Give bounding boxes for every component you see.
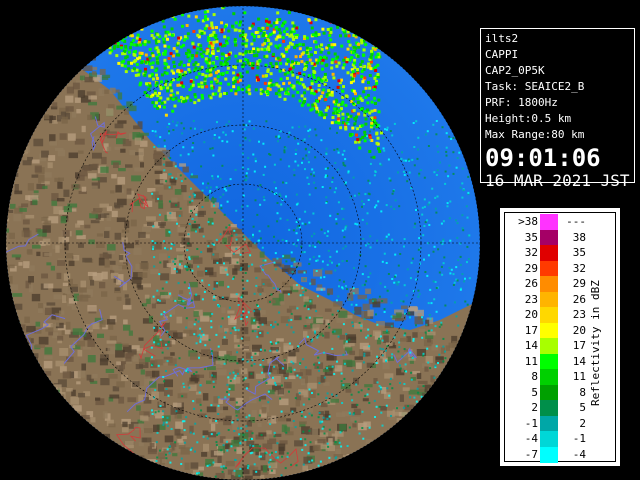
- legend-low-value: 23: [524, 292, 538, 306]
- legend-high-value: 11: [572, 370, 586, 383]
- site-name: ilts2: [485, 32, 519, 45]
- legend-row: -1 2: [500, 415, 588, 432]
- legend-title: Reflectivity in dBZ: [589, 280, 602, 406]
- legend-row: 25: [500, 400, 588, 416]
- legend-high-value: 20: [572, 323, 586, 337]
- legend-row: -4 -1: [500, 431, 588, 447]
- legend-high-value: 32: [572, 261, 586, 275]
- legend-low-value: 26: [524, 277, 538, 290]
- legend-swatch: [540, 291, 558, 308]
- legend-row: >38 ---: [500, 214, 588, 230]
- legend-high-value: 38: [572, 230, 586, 244]
- legend-low-value: 35: [524, 230, 538, 244]
- legend-swatch: [540, 446, 558, 463]
- legend-low-value: -4: [524, 432, 538, 445]
- legend-high-value: 17: [572, 339, 586, 352]
- legend-row: 14 17: [500, 338, 588, 354]
- legend-swatch: [540, 260, 558, 277]
- legend-high-value: 23: [572, 308, 586, 321]
- max-range-value: Max Range:80 km: [485, 128, 585, 141]
- legend-high-value: 2: [579, 416, 586, 430]
- legend-swatch: [540, 276, 558, 292]
- legend-swatch: [540, 214, 558, 230]
- legend-swatch: [540, 245, 558, 261]
- legend-low-value: 2: [531, 401, 538, 414]
- legend-swatch: [540, 369, 558, 385]
- legend-high-value: 8: [579, 385, 586, 399]
- legend-row: 11 14: [500, 353, 588, 370]
- observation-time: 09:01:06: [485, 144, 601, 172]
- legend-row: 23 26: [500, 291, 588, 308]
- legend-high-value: 5: [579, 401, 586, 414]
- legend-low-value: 14: [524, 339, 538, 352]
- legend-low-value: 11: [524, 354, 538, 368]
- legend-swatch: [540, 400, 558, 416]
- legend-high-value: -1: [572, 432, 586, 445]
- legend-low-value: -7: [524, 447, 538, 461]
- legend-low-value: 32: [524, 246, 538, 259]
- legend-row: 8 11: [500, 369, 588, 385]
- legend-high-value: ---: [566, 215, 586, 228]
- legend-row: 20 23: [500, 307, 588, 323]
- legend-low-value: 17: [524, 323, 538, 337]
- legend-row: 17 20: [500, 322, 588, 339]
- task-name: Task: SEAICE2_B: [485, 80, 585, 93]
- legend-high-value: 26: [572, 292, 586, 306]
- legend-swatch: [540, 307, 558, 323]
- legend-swatch: [540, 338, 558, 354]
- legend-swatch: [540, 431, 558, 447]
- legend-row: 58: [500, 384, 588, 401]
- legend-low-value: -1: [524, 416, 538, 430]
- product-id: CAP2_0P5K: [485, 64, 545, 77]
- height-value: Height:0.5 km: [485, 112, 572, 125]
- legend-high-value: 29: [572, 277, 586, 290]
- legend-high-value: 14: [572, 354, 586, 368]
- legend-high-value: -4: [572, 447, 586, 461]
- legend-high-value: 35: [572, 246, 586, 259]
- observation-date: 16 MAR 2021 JST: [485, 171, 630, 190]
- legend-swatch: [540, 229, 558, 246]
- legend-low-value: 20: [524, 308, 538, 321]
- legend-row: -7 -4: [500, 446, 588, 463]
- legend-row: 26 29: [500, 276, 588, 292]
- legend-low-value: 8: [531, 370, 538, 383]
- legend-row: 29 32: [500, 260, 588, 277]
- legend-swatch: [540, 353, 558, 370]
- info-panel: ilts2 CAPPI CAP2_0P5K Task: SEAICE2_B PR…: [480, 28, 635, 190]
- legend-low-value: >38: [518, 215, 538, 228]
- prf-value: PRF: 1800Hz: [485, 96, 558, 109]
- legend-low-value: 5: [531, 385, 538, 399]
- legend-swatch: [540, 322, 558, 339]
- legend-swatch: [540, 384, 558, 401]
- legend-low-value: 29: [524, 261, 538, 275]
- reflectivity-legend: >38 --- 35 38 32 35 29 32 26 29 23 26 20 23 17 20 14 17 11…: [500, 208, 620, 466]
- legend-swatch: [540, 415, 558, 432]
- legend-row: 32 35: [500, 245, 588, 261]
- legend-row: 35 38: [500, 229, 588, 246]
- product-type: CAPPI: [485, 48, 519, 61]
